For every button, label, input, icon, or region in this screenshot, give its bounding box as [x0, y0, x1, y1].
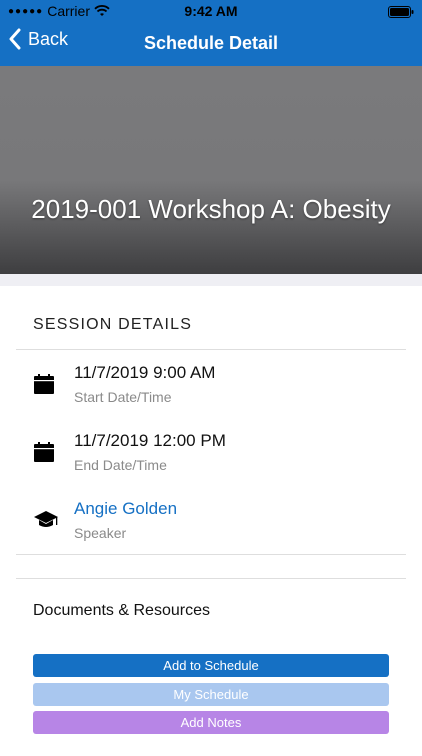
- end-datetime-row: 11/7/2019 12:00 PM End Date/Time: [0, 431, 422, 481]
- graduation-cap-icon: [34, 511, 58, 527]
- status-time: 9:42 AM: [184, 3, 238, 19]
- calendar-icon: [34, 442, 54, 462]
- add-notes-button[interactable]: Add Notes: [33, 711, 389, 734]
- session-hero-image: 2019-001 Workshop A: Obesity: [0, 66, 422, 274]
- session-details-header: SESSION DETAILS: [33, 316, 193, 333]
- calendar-icon: [34, 374, 54, 394]
- add-to-schedule-button[interactable]: Add to Schedule: [33, 654, 389, 677]
- my-schedule-button[interactable]: My Schedule: [33, 683, 389, 706]
- session-title: 2019-001 Workshop A: Obesity: [31, 194, 391, 224]
- documents-resources-label[interactable]: Documents & Resources: [33, 602, 210, 620]
- end-datetime-label: End Date/Time: [74, 457, 167, 473]
- start-datetime-label: Start Date/Time: [74, 389, 172, 405]
- divider: [16, 578, 406, 579]
- navigation-bar: Back Schedule Detail: [0, 22, 422, 66]
- end-datetime-value: 11/7/2019 12:00 PM: [74, 431, 226, 450]
- divider: [16, 554, 406, 555]
- status-bar: ●●●●● Carrier 9:42 AM: [0, 0, 422, 22]
- start-datetime-row: 11/7/2019 9:00 AM Start Date/Time: [0, 363, 422, 413]
- speaker-name-link[interactable]: Angie Golden: [74, 499, 177, 519]
- divider: [16, 349, 406, 350]
- page-title: Schedule Detail: [143, 33, 279, 53]
- battery-icon: [388, 5, 414, 21]
- session-details-card: SESSION DETAILS 11/7/2019 9:00 AM Start …: [0, 286, 422, 756]
- speaker-row[interactable]: Angie Golden Speaker: [0, 499, 422, 549]
- start-datetime-value: 11/7/2019 9:00 AM: [74, 363, 216, 382]
- speaker-label: Speaker: [74, 525, 127, 541]
